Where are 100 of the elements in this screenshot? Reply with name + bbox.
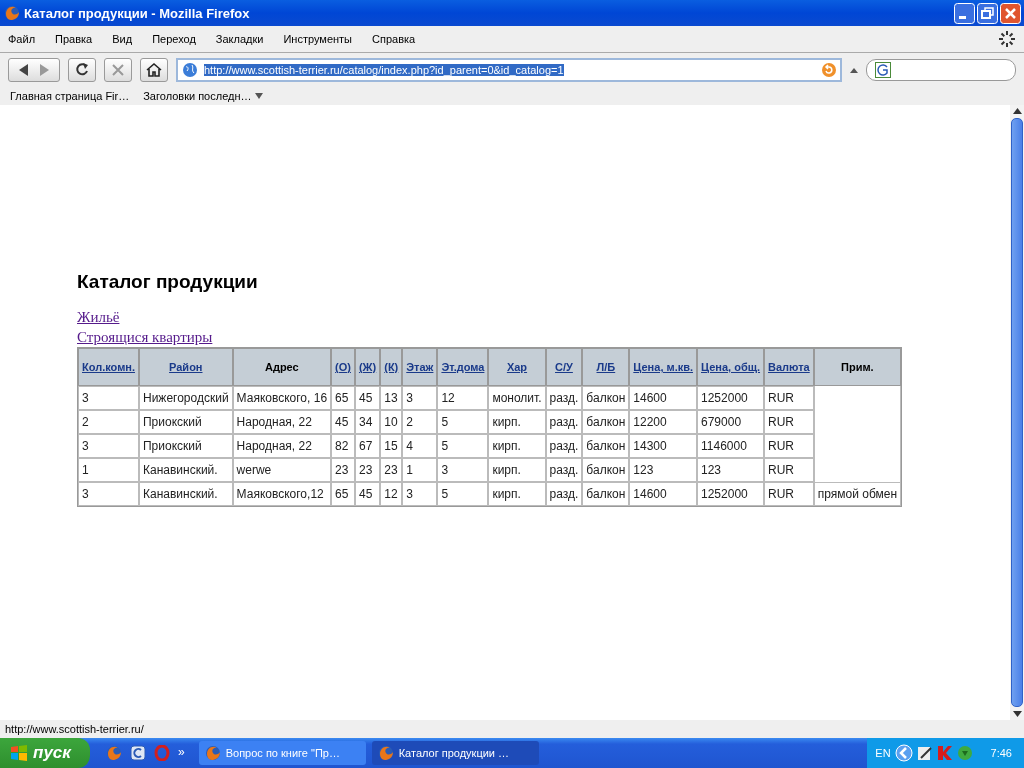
caret-icon[interactable]: [850, 67, 858, 73]
column-header[interactable]: (К): [380, 348, 403, 386]
firefox-icon[interactable]: [377, 745, 394, 761]
bookmark[interactable]: Заголовки последн…: [143, 90, 263, 102]
start-button[interactable]: пуск: [0, 738, 90, 768]
menu-item[interactable]: Инструменты: [283, 33, 353, 45]
column-header[interactable]: (О): [331, 348, 355, 386]
column-header[interactable]: Цена, м.кв.: [629, 348, 697, 386]
bookmark[interactable]: Главная страница Fir…: [10, 90, 130, 102]
column-header[interactable]: (Ж): [354, 348, 381, 386]
scroll-up-icon[interactable]: [1012, 108, 1022, 114]
window-title: Каталог продукции - Mozilla Firefox: [24, 5, 251, 21]
table-cell: 1252000: [697, 386, 765, 410]
table-cell: 2: [78, 410, 139, 434]
stop-icon[interactable]: [110, 62, 126, 78]
firefox-icon[interactable]: [4, 5, 20, 21]
globe-icon[interactable]: [182, 62, 198, 78]
reload-icon[interactable]: [74, 62, 90, 78]
column-header: Адрес: [232, 348, 332, 386]
table-cell: балкон: [582, 458, 630, 482]
scrollbar[interactable]: [1010, 105, 1024, 720]
column-header[interactable]: Валюта: [764, 348, 814, 386]
close-icon[interactable]: [1000, 2, 1021, 24]
address-field[interactable]: http://www.scottish-terrier.ru/catalog/index.php?id_parent=0&id_catalog=1: [176, 58, 842, 82]
table-cell: 1146000: [697, 434, 765, 458]
menu-item[interactable]: Закладки: [215, 33, 264, 45]
table-cell: 3: [402, 386, 438, 410]
home-icon[interactable]: [146, 62, 162, 78]
stop-button[interactable]: [104, 58, 132, 82]
table-cell: 5: [437, 410, 489, 434]
table-cell: разд.: [545, 410, 583, 434]
table-cell: 65: [331, 482, 355, 506]
scroll-down-icon[interactable]: [1012, 711, 1022, 717]
table-cell: 45: [331, 410, 355, 434]
table-cell: 5: [437, 434, 489, 458]
table-cell: монолит.: [488, 386, 546, 410]
home-button[interactable]: [140, 58, 168, 82]
column-header[interactable]: С/У: [545, 348, 583, 386]
pencil-icon[interactable]: [916, 745, 933, 761]
menu-item[interactable]: Файл: [8, 33, 36, 45]
table-cell: 679000: [697, 410, 765, 434]
table-cell: кирп.: [488, 434, 546, 458]
minimize-icon[interactable]: [954, 2, 975, 24]
table-cell: 4: [402, 434, 438, 458]
search-field[interactable]: [866, 59, 1016, 81]
clock: 7:46: [990, 747, 1012, 759]
column-header[interactable]: Район: [139, 348, 233, 386]
table-cell: 65: [331, 386, 355, 410]
catalog-link[interactable]: Жильё: [77, 309, 120, 325]
menu-item[interactable]: Правка: [55, 33, 93, 45]
table-cell: 2: [402, 410, 438, 434]
table-cell: разд.: [545, 482, 583, 506]
restore-icon[interactable]: [977, 2, 998, 24]
scroll-thumb[interactable]: [1011, 118, 1023, 707]
column-header[interactable]: Цена, общ.: [697, 348, 765, 386]
table-cell: RUR: [764, 410, 814, 434]
menu-item[interactable]: Справка: [372, 33, 416, 45]
table-cell: кирп.: [488, 458, 546, 482]
table-cell: Приокский: [139, 410, 233, 434]
table-cell: 123: [629, 458, 697, 482]
table-cell: Приокский: [139, 434, 233, 458]
column-header[interactable]: Хар: [488, 348, 546, 386]
table-cell: 5: [437, 482, 489, 506]
table-cell: 23: [380, 458, 403, 482]
menu-item[interactable]: Вид: [112, 33, 133, 45]
column-header[interactable]: Этаж: [402, 348, 438, 386]
table-cell: 23: [331, 458, 355, 482]
table-cell: 12: [380, 482, 403, 506]
table-cell: Народная, 22: [232, 434, 332, 458]
catalog-link[interactable]: Строящися квартиры: [77, 329, 213, 345]
table-cell: 82: [331, 434, 355, 458]
table-cell: 1: [78, 458, 139, 482]
column-header[interactable]: Кол.комн.: [78, 348, 139, 386]
reload-button[interactable]: [68, 58, 96, 82]
taskbar-button[interactable]: Вопрос по книге "Пр…: [198, 741, 366, 765]
more-button[interactable]: »: [178, 745, 185, 759]
column-header[interactable]: Эт.дома: [437, 348, 489, 386]
back-forward-button[interactable]: [8, 58, 60, 82]
dropdown-icon[interactable]: [254, 93, 263, 99]
table-cell: кирп.: [488, 410, 546, 434]
table-cell: 1252000: [697, 482, 765, 506]
table-cell: 14600: [629, 386, 697, 410]
column-header[interactable]: Л/Б: [582, 348, 630, 386]
throbber-icon[interactable]: [998, 30, 1016, 48]
table-cell: 3: [402, 482, 438, 506]
table-cell: 45: [354, 482, 381, 506]
taskbar-button[interactable]: Каталог продукции …: [371, 741, 539, 765]
table-cell: Маяковского,12: [232, 482, 332, 506]
browser-icon[interactable]: [130, 745, 146, 761]
status-text: http://www.scottish-terrier.ru/: [5, 723, 144, 735]
google-icon[interactable]: [875, 62, 891, 78]
table-cell: 1: [402, 458, 438, 482]
table-cell: разд.: [545, 458, 583, 482]
table-cell: 3: [78, 386, 139, 410]
table-cell: 45: [354, 386, 381, 410]
menu-item[interactable]: Переход: [152, 33, 196, 45]
table-cell: балкон: [582, 434, 630, 458]
table-cell: кирп.: [488, 482, 546, 506]
table-cell: балкон: [582, 410, 630, 434]
table-cell: 12: [437, 386, 489, 410]
